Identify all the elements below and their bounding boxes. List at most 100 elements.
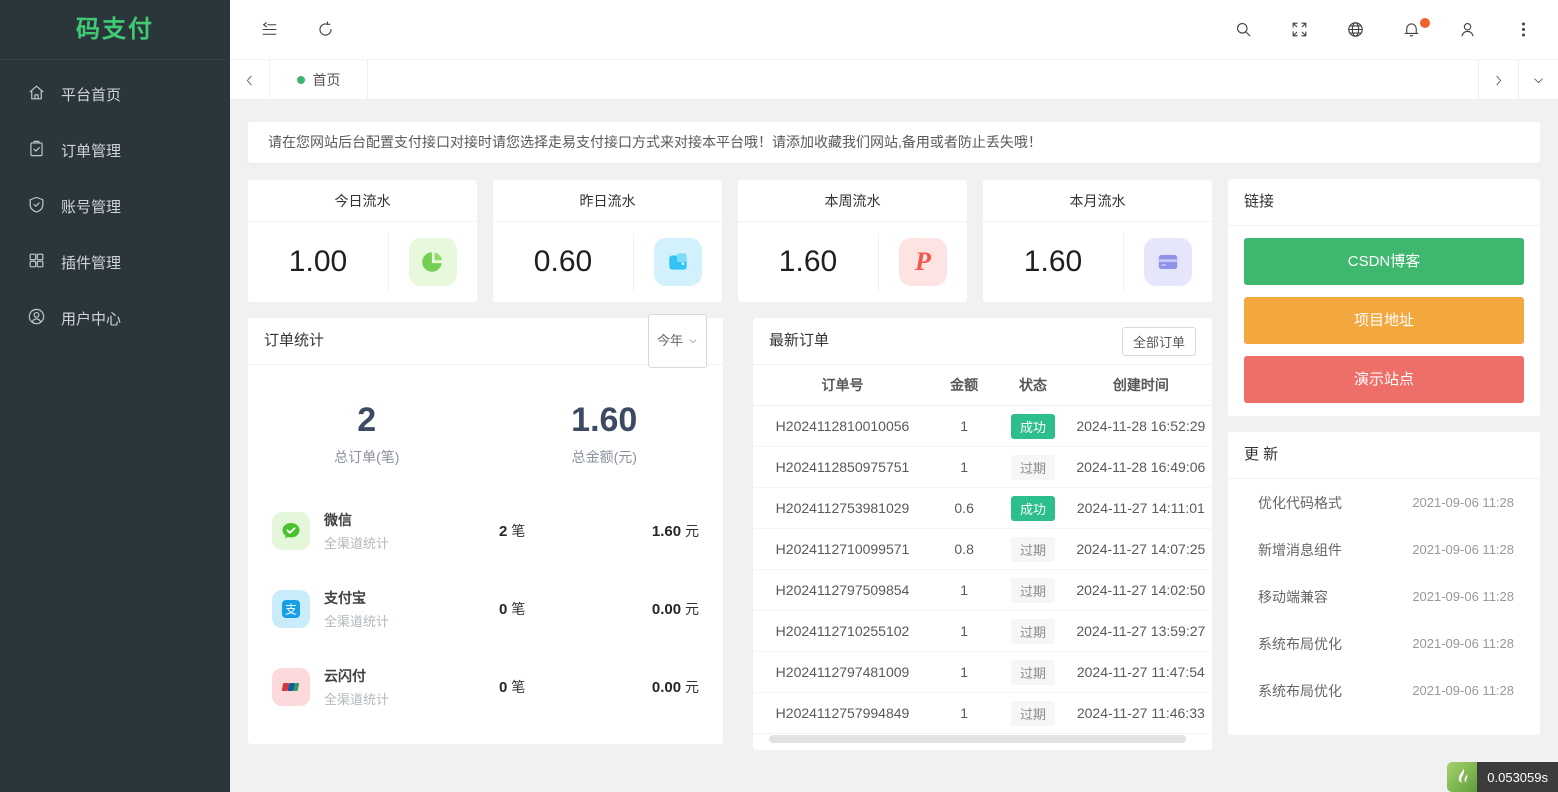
collapse-sidebar-icon[interactable] [258,19,280,41]
status-badge: 过期 [1011,660,1055,685]
demo-site-button[interactable]: 演示站点 [1244,356,1524,403]
status-badge: 过期 [1011,537,1055,562]
stat-title: 本月流水 [983,180,1212,222]
stat-card-week: 本周流水 1.60 P [738,180,967,302]
channel-count: 0 [499,679,507,696]
order-id: H2024112850975751 [753,459,932,475]
tab-home[interactable]: 首页 [270,60,368,100]
tab-active-dot [297,76,305,84]
stat-title: 昨日流水 [493,180,722,222]
updates-panel: 更 新 优化代码格式 2021-09-06 11:28 新增消息组件 2021-… [1228,432,1540,735]
update-name: 新增消息组件 [1258,540,1342,560]
grid-icon [27,251,46,274]
channel-name: 支付宝 [324,588,499,608]
update-name: 优化代码格式 [1258,493,1342,513]
order-id: H2024112710255102 [753,623,932,639]
list-item: 优化代码格式 2021-09-06 11:28 [1228,479,1540,526]
column-header: 金额 [932,375,996,395]
update-name: 系统布局优化 [1258,681,1342,701]
stat-title: 本周流水 [738,180,967,222]
table-row: H2024112850975751 1 过期 2024-11-28 16:49:… [753,447,1212,488]
kebab-menu-icon[interactable] [1512,19,1534,41]
order-amount: 1 [932,664,996,680]
list-item: 系统布局优化 2021-09-06 11:28 [1228,667,1540,714]
links-panel: 链接 CSDN博客 项目地址 演示站点 [1228,179,1540,416]
project-url-button[interactable]: 项目地址 [1244,297,1524,344]
chevron-down-icon [688,336,698,346]
order-stats-panel: 订单统计 今年 2 总订单(笔) 1.60 总金额(元) 微信 [248,318,723,744]
svg-text:支: 支 [285,603,297,617]
total-amount-label: 总金额(元) [486,447,724,467]
table-row: H2024112710099571 0.8 过期 2024-11-27 14:0… [753,529,1212,570]
user-icon[interactable] [1456,19,1478,41]
wechat-pay-icon [272,512,310,550]
channel-sub: 全渠道统计 [324,533,499,552]
sidebar-item-orders[interactable]: 订单管理 [0,122,230,178]
channel-count-unit: 笔 [511,523,525,539]
list-item: 移动端兼容 2021-09-06 11:28 [1228,573,1540,620]
pie-chart-icon [409,238,457,286]
channel-count-unit: 笔 [511,601,525,617]
status-badge: 过期 [1011,619,1055,644]
orders-table-header: 订单号 金额 状态 创建时间 [753,365,1212,406]
search-icon[interactable] [1232,19,1254,41]
column-header: 创建时间 [1070,375,1212,395]
table-row: H2024112797481009 1 过期 2024-11-27 11:47:… [753,652,1212,693]
horizontal-scrollbar[interactable] [769,735,1186,743]
year-range-select[interactable]: 今年 [648,314,707,368]
order-time: 2024-11-28 16:52:29 [1070,418,1212,434]
list-item: 新增消息组件 2021-09-06 11:28 [1228,526,1540,573]
order-amount: 1 [932,582,996,598]
status-badge: 成功 [1011,414,1055,439]
stat-value: 0.60 [493,245,633,279]
sidebar-item-plugins[interactable]: 插件管理 [0,234,230,290]
column-header: 状态 [996,375,1069,395]
unionpay-icon [272,668,310,706]
sidebar: 码支付 平台首页 订单管理 账号管理 插件管理 用户中心 [0,0,230,792]
credit-card-icon [1144,238,1192,286]
globe-icon[interactable] [1344,19,1366,41]
latest-orders-title: 最新订单 [769,318,829,364]
stat-card-today: 今日流水 1.00 [248,180,477,302]
csdn-blog-button[interactable]: CSDN博客 [1244,238,1524,285]
tab-scroll-left-button[interactable] [230,60,270,100]
sidebar-menu: 平台首页 订单管理 账号管理 插件管理 用户中心 [0,60,230,346]
total-orders-label: 总订单(笔) [248,447,486,467]
links-panel-title: 链接 [1244,179,1274,225]
update-date: 2021-09-06 11:28 [1412,636,1514,651]
sidebar-item-home[interactable]: 平台首页 [0,66,230,122]
fullscreen-icon[interactable] [1288,19,1310,41]
tab-scroll-right-button[interactable] [1478,60,1518,100]
update-date: 2021-09-06 11:28 [1412,495,1514,510]
notification-dot [1420,18,1430,28]
order-amount: 1 [932,459,996,475]
tab-bar: 首页 [230,60,1558,100]
tab-options-button[interactable] [1518,60,1558,100]
stat-title: 今日流水 [248,180,477,222]
refresh-icon[interactable] [314,19,336,41]
stat-card-yesterday: 昨日流水 0.60 [493,180,722,302]
tab-label: 首页 [313,70,341,90]
channel-name: 云闪付 [324,666,499,686]
bell-icon[interactable] [1400,19,1422,41]
order-time: 2024-11-27 11:47:54 [1070,664,1212,680]
tab-spacer [368,60,1478,99]
stat-value: 1.00 [248,245,388,279]
channel-count-unit: 笔 [511,679,525,695]
channel-amount-unit: 元 [685,601,699,617]
sidebar-item-accounts[interactable]: 账号管理 [0,178,230,234]
total-orders-value: 2 [248,401,486,440]
main-content: 请在您网站后台配置支付接口对接时请您选择走易支付接口方式来对接本平台哦！请添加收… [230,100,1558,792]
clipboard-check-icon [27,139,46,162]
channel-name: 微信 [324,510,499,530]
channel-amount: 0.00 [652,601,681,618]
order-amount: 0.6 [932,500,996,516]
channel-sub: 全渠道统计 [324,689,499,708]
order-id: H2024112710099571 [753,541,932,557]
all-orders-button[interactable]: 全部订单 [1122,327,1196,356]
order-id: H2024112810010056 [753,418,932,434]
order-id: H2024112797509854 [753,582,932,598]
order-amount: 1 [932,418,996,434]
sidebar-item-user-center[interactable]: 用户中心 [0,290,230,346]
order-time: 2024-11-27 14:02:50 [1070,582,1212,598]
